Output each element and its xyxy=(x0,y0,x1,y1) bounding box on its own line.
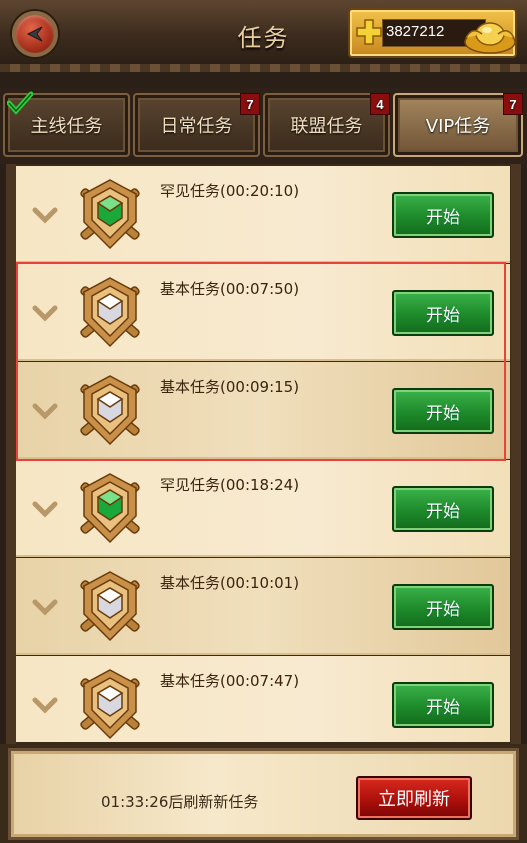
chevron-down-icon[interactable] xyxy=(32,500,58,518)
chevron-down-icon[interactable] xyxy=(32,402,58,420)
tab-label: 主线任务 xyxy=(30,116,103,137)
task-row: 基本任务(00:07:47) 开始 xyxy=(16,656,510,742)
tab-label: 日常任务 xyxy=(160,116,233,137)
start-button[interactable]: 开始 xyxy=(392,192,494,238)
task-row: 罕见任务(00:20:10) 开始 xyxy=(16,166,510,263)
basic-task-emblem-icon xyxy=(80,669,140,740)
chevron-down-icon[interactable] xyxy=(32,304,58,322)
basic-task-emblem-icon xyxy=(80,277,140,348)
check-icon xyxy=(7,91,33,115)
tab-count-badge: 7 xyxy=(240,93,260,115)
gold-currency-box[interactable]: 3827212 xyxy=(348,8,517,58)
start-button[interactable]: 开始 xyxy=(392,584,494,630)
gold-value: 3827212 xyxy=(386,23,445,40)
tab-daily-quest[interactable]: 日常任务 7 xyxy=(133,93,260,157)
tab-alliance-quest[interactable]: 联盟任务 4 xyxy=(263,93,390,157)
tab-bar: 主线任务 日常任务 7 联盟任务 4 VIP任务 7 xyxy=(0,88,527,164)
task-name: 罕见任务(00:18:24) xyxy=(160,476,300,494)
task-list[interactable]: 罕见任务(00:20:10) 开始 基本任务(00:07:50) 开始 基本任务… xyxy=(16,166,510,742)
rare-task-emblem-icon xyxy=(80,473,140,544)
task-name: 基本任务(00:09:15) xyxy=(160,378,300,396)
task-row: 基本任务(00:07:50) 开始 xyxy=(16,264,510,361)
start-button[interactable]: 开始 xyxy=(392,682,494,728)
task-name: 罕见任务(00:20:10) xyxy=(160,182,300,200)
tab-main-quest[interactable]: 主线任务 xyxy=(3,91,130,157)
gold-ingot-icon xyxy=(464,22,516,54)
basic-task-emblem-icon xyxy=(80,375,140,446)
chevron-down-icon[interactable] xyxy=(32,598,58,616)
task-name: 基本任务(00:10:01) xyxy=(160,574,300,592)
start-button[interactable]: 开始 xyxy=(392,388,494,434)
tab-vip-quest[interactable]: VIP任务 7 xyxy=(393,93,523,157)
tab-count-badge: 4 xyxy=(370,93,390,115)
task-name: 基本任务(00:07:47) xyxy=(160,672,300,690)
header-bar: 任务 3827212 xyxy=(0,0,527,72)
rare-task-emblem-icon xyxy=(80,179,140,250)
refresh-now-button[interactable]: 立即刷新 xyxy=(356,776,472,820)
task-row: 基本任务(00:09:15) 开始 xyxy=(16,362,510,459)
task-name: 基本任务(00:07:50) xyxy=(160,280,300,298)
chevron-down-icon[interactable] xyxy=(32,696,58,714)
chevron-down-icon[interactable] xyxy=(32,206,58,224)
start-button[interactable]: 开始 xyxy=(392,486,494,532)
task-row: 基本任务(00:10:01) 开始 xyxy=(16,558,510,655)
plus-icon[interactable] xyxy=(356,19,382,45)
tab-count-badge: 7 xyxy=(503,93,523,115)
footer-bar: 01:33:26后刷新新任务 立即刷新 xyxy=(0,744,527,843)
refresh-panel: 01:33:26后刷新新任务 立即刷新 xyxy=(8,748,519,840)
tab-label: 联盟任务 xyxy=(290,116,363,137)
task-row: 罕见任务(00:18:24) 开始 xyxy=(16,460,510,557)
start-button[interactable]: 开始 xyxy=(392,290,494,336)
refresh-countdown: 01:33:26后刷新新任务 xyxy=(101,793,259,811)
basic-task-emblem-icon xyxy=(80,571,140,642)
tab-label: VIP任务 xyxy=(425,116,491,137)
